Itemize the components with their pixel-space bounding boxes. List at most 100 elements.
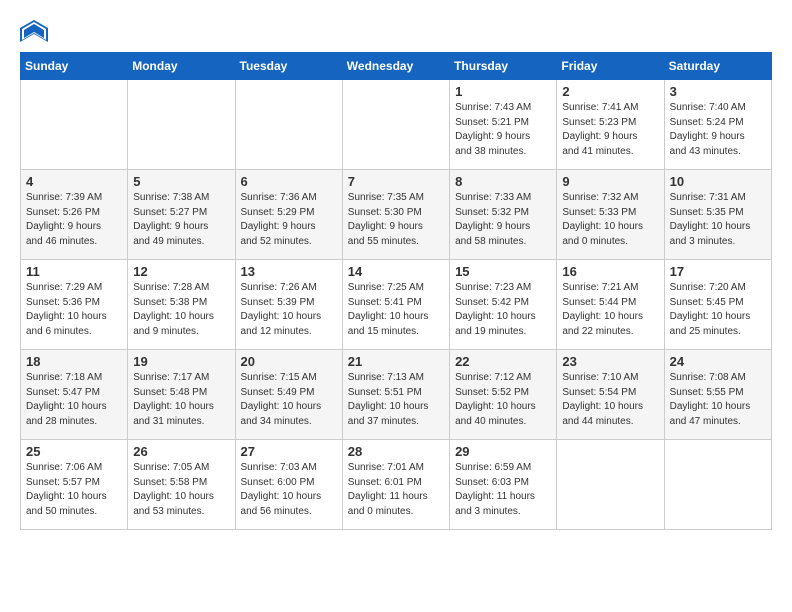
calendar-cell: 20 Sunrise: 7:15 AM Sunset: 5:49 PM Dayli… bbox=[235, 350, 342, 440]
calendar-cell: 25 Sunrise: 7:06 AM Sunset: 5:57 PM Dayli… bbox=[21, 440, 128, 530]
day-number: 8 bbox=[455, 174, 551, 189]
day-info: Sunrise: 7:18 AM Sunset: 5:47 PM Dayligh… bbox=[26, 371, 122, 429]
calendar-cell: 6 Sunrise: 7:36 AM Sunset: 5:29 PM Daylig… bbox=[235, 170, 342, 260]
calendar-cell: 8 Sunrise: 7:33 AM Sunset: 5:32 PM Daylig… bbox=[450, 170, 557, 260]
calendar-cell bbox=[128, 80, 235, 170]
calendar-cell: 18 Sunrise: 7:18 AM Sunset: 5:47 PM Dayli… bbox=[21, 350, 128, 440]
day-info: Sunrise: 7:41 AM Sunset: 5:23 PM Dayligh… bbox=[562, 101, 658, 159]
calendar-cell bbox=[235, 80, 342, 170]
day-number: 10 bbox=[670, 174, 766, 189]
calendar-cell: 13 Sunrise: 7:26 AM Sunset: 5:39 PM Dayli… bbox=[235, 260, 342, 350]
weekday-header-wednesday: Wednesday bbox=[342, 53, 449, 80]
calendar-cell: 23 Sunrise: 7:10 AM Sunset: 5:54 PM Dayli… bbox=[557, 350, 664, 440]
calendar-cell: 3 Sunrise: 7:40 AM Sunset: 5:24 PM Daylig… bbox=[664, 80, 771, 170]
calendar-cell: 4 Sunrise: 7:39 AM Sunset: 5:26 PM Daylig… bbox=[21, 170, 128, 260]
day-number: 17 bbox=[670, 264, 766, 279]
day-number: 2 bbox=[562, 84, 658, 99]
calendar-table: SundayMondayTuesdayWednesdayThursdayFrid… bbox=[20, 52, 772, 530]
day-number: 23 bbox=[562, 354, 658, 369]
day-info: Sunrise: 7:29 AM Sunset: 5:36 PM Dayligh… bbox=[26, 281, 122, 339]
day-number: 5 bbox=[133, 174, 229, 189]
day-info: Sunrise: 7:12 AM Sunset: 5:52 PM Dayligh… bbox=[455, 371, 551, 429]
day-info: Sunrise: 6:59 AM Sunset: 6:03 PM Dayligh… bbox=[455, 461, 551, 519]
calendar-cell: 14 Sunrise: 7:25 AM Sunset: 5:41 PM Dayli… bbox=[342, 260, 449, 350]
page-header bbox=[20, 20, 772, 42]
week-row-1: 1 Sunrise: 7:43 AM Sunset: 5:21 PM Daylig… bbox=[21, 80, 772, 170]
day-info: Sunrise: 7:01 AM Sunset: 6:01 PM Dayligh… bbox=[348, 461, 444, 519]
day-info: Sunrise: 7:38 AM Sunset: 5:27 PM Dayligh… bbox=[133, 191, 229, 249]
week-row-4: 18 Sunrise: 7:18 AM Sunset: 5:47 PM Dayli… bbox=[21, 350, 772, 440]
day-info: Sunrise: 7:03 AM Sunset: 6:00 PM Dayligh… bbox=[241, 461, 337, 519]
logo bbox=[20, 20, 52, 42]
day-info: Sunrise: 7:20 AM Sunset: 5:45 PM Dayligh… bbox=[670, 281, 766, 339]
calendar-cell: 28Sunrise: 7:01 AM Sunset: 6:01 PM Dayli… bbox=[342, 440, 449, 530]
day-number: 14 bbox=[348, 264, 444, 279]
calendar-cell: 11 Sunrise: 7:29 AM Sunset: 5:36 PM Dayli… bbox=[21, 260, 128, 350]
day-number: 12 bbox=[133, 264, 229, 279]
calendar-cell: 2 Sunrise: 7:41 AM Sunset: 5:23 PM Daylig… bbox=[557, 80, 664, 170]
calendar-cell: 12 Sunrise: 7:28 AM Sunset: 5:38 PM Dayli… bbox=[128, 260, 235, 350]
day-info: Sunrise: 7:21 AM Sunset: 5:44 PM Dayligh… bbox=[562, 281, 658, 339]
weekday-header-saturday: Saturday bbox=[664, 53, 771, 80]
day-info: Sunrise: 7:06 AM Sunset: 5:57 PM Dayligh… bbox=[26, 461, 122, 519]
day-number: 13 bbox=[241, 264, 337, 279]
logo-icon bbox=[20, 20, 48, 42]
weekday-header-thursday: Thursday bbox=[450, 53, 557, 80]
calendar-cell: 24Sunrise: 7:08 AM Sunset: 5:55 PM Dayli… bbox=[664, 350, 771, 440]
calendar-cell: 1 Sunrise: 7:43 AM Sunset: 5:21 PM Daylig… bbox=[450, 80, 557, 170]
day-number: 1 bbox=[455, 84, 551, 99]
calendar-cell: 5 Sunrise: 7:38 AM Sunset: 5:27 PM Daylig… bbox=[128, 170, 235, 260]
day-number: 22 bbox=[455, 354, 551, 369]
week-row-5: 25 Sunrise: 7:06 AM Sunset: 5:57 PM Dayli… bbox=[21, 440, 772, 530]
day-info: Sunrise: 7:26 AM Sunset: 5:39 PM Dayligh… bbox=[241, 281, 337, 339]
day-number: 6 bbox=[241, 174, 337, 189]
day-info: Sunrise: 7:10 AM Sunset: 5:54 PM Dayligh… bbox=[562, 371, 658, 429]
day-number: 11 bbox=[26, 264, 122, 279]
calendar-cell bbox=[557, 440, 664, 530]
calendar-cell: 17 Sunrise: 7:20 AM Sunset: 5:45 PM Dayli… bbox=[664, 260, 771, 350]
weekday-header-monday: Monday bbox=[128, 53, 235, 80]
weekday-header-row: SundayMondayTuesdayWednesdayThursdayFrid… bbox=[21, 53, 772, 80]
weekday-header-friday: Friday bbox=[557, 53, 664, 80]
weekday-header-sunday: Sunday bbox=[21, 53, 128, 80]
calendar-cell: 7 Sunrise: 7:35 AM Sunset: 5:30 PM Daylig… bbox=[342, 170, 449, 260]
calendar-cell: 22 Sunrise: 7:12 AM Sunset: 5:52 PM Dayli… bbox=[450, 350, 557, 440]
calendar-cell: 16 Sunrise: 7:21 AM Sunset: 5:44 PM Dayli… bbox=[557, 260, 664, 350]
day-number: 26 bbox=[133, 444, 229, 459]
day-info: Sunrise: 7:08 AM Sunset: 5:55 PM Dayligh… bbox=[670, 371, 766, 429]
calendar-cell: 19 Sunrise: 7:17 AM Sunset: 5:48 PM Dayli… bbox=[128, 350, 235, 440]
calendar-cell: 26Sunrise: 7:05 AM Sunset: 5:58 PM Dayli… bbox=[128, 440, 235, 530]
calendar-cell bbox=[21, 80, 128, 170]
day-number: 18 bbox=[26, 354, 122, 369]
calendar-cell: 10 Sunrise: 7:31 AM Sunset: 5:35 PM Dayli… bbox=[664, 170, 771, 260]
day-info: Sunrise: 7:28 AM Sunset: 5:38 PM Dayligh… bbox=[133, 281, 229, 339]
day-info: Sunrise: 7:13 AM Sunset: 5:51 PM Dayligh… bbox=[348, 371, 444, 429]
day-info: Sunrise: 7:33 AM Sunset: 5:32 PM Dayligh… bbox=[455, 191, 551, 249]
day-number: 16 bbox=[562, 264, 658, 279]
calendar-cell: 29Sunrise: 6:59 AM Sunset: 6:03 PM Dayli… bbox=[450, 440, 557, 530]
day-number: 20 bbox=[241, 354, 337, 369]
day-info: Sunrise: 7:43 AM Sunset: 5:21 PM Dayligh… bbox=[455, 101, 551, 159]
day-number: 4 bbox=[26, 174, 122, 189]
day-number: 3 bbox=[670, 84, 766, 99]
week-row-2: 4 Sunrise: 7:39 AM Sunset: 5:26 PM Daylig… bbox=[21, 170, 772, 260]
day-number: 19 bbox=[133, 354, 229, 369]
day-info: Sunrise: 7:40 AM Sunset: 5:24 PM Dayligh… bbox=[670, 101, 766, 159]
day-info: Sunrise: 7:36 AM Sunset: 5:29 PM Dayligh… bbox=[241, 191, 337, 249]
day-number: 9 bbox=[562, 174, 658, 189]
day-info: Sunrise: 7:17 AM Sunset: 5:48 PM Dayligh… bbox=[133, 371, 229, 429]
day-info: Sunrise: 7:31 AM Sunset: 5:35 PM Dayligh… bbox=[670, 191, 766, 249]
calendar-cell: 27Sunrise: 7:03 AM Sunset: 6:00 PM Dayli… bbox=[235, 440, 342, 530]
day-info: Sunrise: 7:32 AM Sunset: 5:33 PM Dayligh… bbox=[562, 191, 658, 249]
day-info: Sunrise: 7:39 AM Sunset: 5:26 PM Dayligh… bbox=[26, 191, 122, 249]
day-info: Sunrise: 7:35 AM Sunset: 5:30 PM Dayligh… bbox=[348, 191, 444, 249]
day-info: Sunrise: 7:15 AM Sunset: 5:49 PM Dayligh… bbox=[241, 371, 337, 429]
calendar-cell: 9 Sunrise: 7:32 AM Sunset: 5:33 PM Daylig… bbox=[557, 170, 664, 260]
day-number: 25 bbox=[26, 444, 122, 459]
calendar-cell bbox=[342, 80, 449, 170]
calendar-cell: 21Sunrise: 7:13 AM Sunset: 5:51 PM Dayli… bbox=[342, 350, 449, 440]
day-number: 7 bbox=[348, 174, 444, 189]
day-info: Sunrise: 7:23 AM Sunset: 5:42 PM Dayligh… bbox=[455, 281, 551, 339]
day-info: Sunrise: 7:25 AM Sunset: 5:41 PM Dayligh… bbox=[348, 281, 444, 339]
day-number: 15 bbox=[455, 264, 551, 279]
